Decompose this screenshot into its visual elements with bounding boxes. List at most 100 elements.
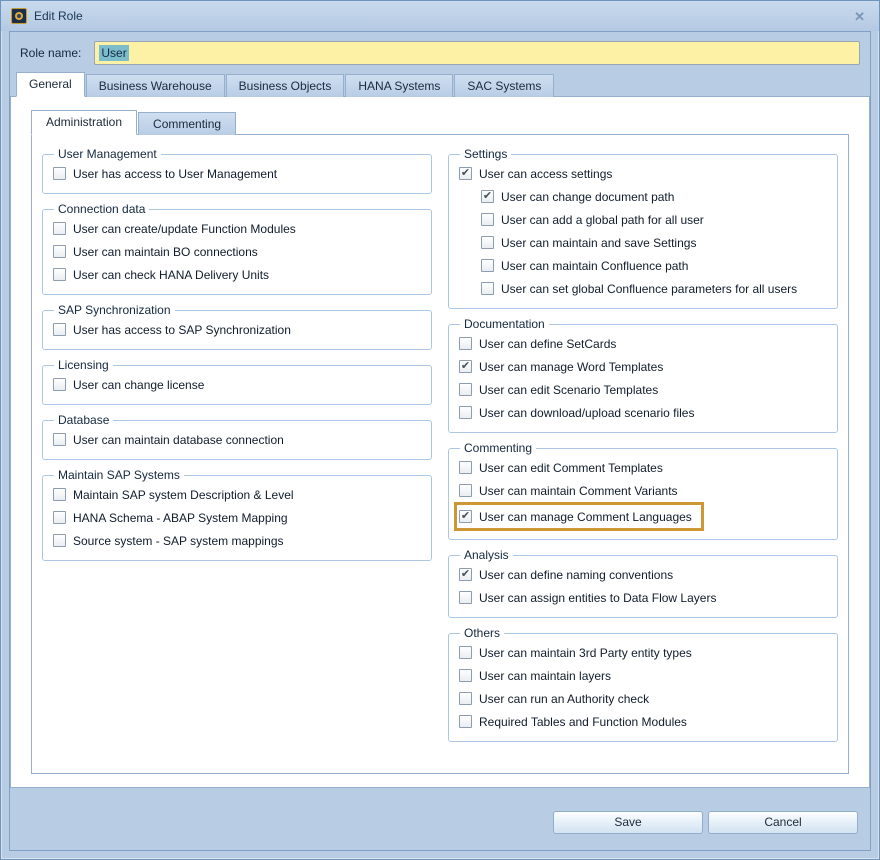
group-sap-synchronization: SAP Synchronization User has access to SA… xyxy=(42,303,432,350)
checkbox-unchecked-icon[interactable] xyxy=(459,715,472,728)
checkbox-label: User has access to SAP Synchronization xyxy=(73,323,291,337)
checkbox-unchecked-icon[interactable] xyxy=(53,245,66,258)
checkbox-label: User can add a global path for all user xyxy=(501,213,704,227)
checkbox-unchecked-icon[interactable] xyxy=(53,268,66,281)
checkbox-label: User can maintain and save Settings xyxy=(501,236,696,250)
checkbox-label: User can define SetCards xyxy=(479,337,616,351)
checkbox-row: User can define SetCards xyxy=(459,332,827,355)
checkbox-row: User can edit Scenario Templates xyxy=(459,378,827,401)
group-title: Settings xyxy=(460,147,511,161)
window-title: Edit Role xyxy=(34,9,83,23)
checkbox-unchecked-icon[interactable] xyxy=(53,222,66,235)
group-user-management: User ManagementUser has access to User M… xyxy=(42,147,432,194)
checkbox-label: User can run an Authority check xyxy=(479,692,649,706)
checkbox-unchecked-icon[interactable] xyxy=(481,213,494,226)
checkbox-row: User can manage Word Templates xyxy=(459,355,827,378)
tab-hana-systems[interactable]: HANA Systems xyxy=(345,74,453,97)
checkbox-unchecked-icon[interactable] xyxy=(53,167,66,180)
checkbox-row: HANA Schema - ABAP System Mapping xyxy=(53,506,421,529)
checkbox-unchecked-icon[interactable] xyxy=(459,461,472,474)
checkbox-label: User can maintain BO connections xyxy=(73,245,258,259)
checkbox-checked-icon[interactable] xyxy=(459,568,472,581)
checkbox-unchecked-icon[interactable] xyxy=(459,669,472,682)
checkbox-row: User can add a global path for all user xyxy=(481,208,827,231)
checkbox-row: User can edit Comment Templates xyxy=(459,456,827,479)
checkbox-label: User can maintain layers xyxy=(479,669,611,683)
group-others: Others User can maintain 3rd Party entity… xyxy=(448,626,838,742)
checkbox-unchecked-icon[interactable] xyxy=(53,534,66,547)
checkbox-unchecked-icon[interactable] xyxy=(53,323,66,336)
checkbox-unchecked-icon[interactable] xyxy=(481,236,494,249)
tab-sac-systems[interactable]: SAC Systems xyxy=(454,74,554,97)
tab-administration[interactable]: Administration xyxy=(31,110,137,135)
cancel-button[interactable]: Cancel xyxy=(708,811,858,834)
checkbox-row: User has access to SAP Synchronization xyxy=(53,318,421,341)
group-analysis: Analysis User can define naming conventio… xyxy=(448,548,838,618)
checkbox-unchecked-icon[interactable] xyxy=(481,259,494,272)
checkbox-label: User can create/update Function Modules xyxy=(73,222,296,236)
tab-business-objects[interactable]: Business Objects xyxy=(226,74,345,97)
checkbox-unchecked-icon[interactable] xyxy=(53,488,66,501)
checkbox-unchecked-icon[interactable] xyxy=(459,337,472,350)
checkbox-label: User can maintain database connection xyxy=(73,433,284,447)
group-title: User Management xyxy=(54,147,161,161)
group-title: Maintain SAP Systems xyxy=(54,468,184,482)
checkbox-row: User can download/upload scenario files xyxy=(459,401,827,424)
checkbox-unchecked-icon[interactable] xyxy=(459,406,472,419)
group-connection-data: Connection data User can create/update Fu… xyxy=(42,202,432,295)
close-icon[interactable]: ✕ xyxy=(850,10,869,23)
checkbox-checked-icon[interactable] xyxy=(459,360,472,373)
group-title: Database xyxy=(54,413,113,427)
left-column: User ManagementUser has access to User M… xyxy=(42,147,432,765)
general-tab-panel: AdministrationCommenting User Management… xyxy=(10,96,870,788)
checkbox-row: User can maintain 3rd Party entity types xyxy=(459,641,827,664)
group-title: Others xyxy=(460,626,504,640)
app-logo-icon xyxy=(11,8,27,24)
tab-business-warehouse[interactable]: Business Warehouse xyxy=(86,74,225,97)
checkbox-label: HANA Schema - ABAP System Mapping xyxy=(73,511,288,525)
main-tabstrip: GeneralBusiness WarehouseBusiness Object… xyxy=(10,72,870,96)
role-name-value: User xyxy=(99,45,128,61)
tab-general[interactable]: General xyxy=(16,72,85,97)
checkbox-unchecked-icon[interactable] xyxy=(459,383,472,396)
checkbox-row: User can change document path xyxy=(481,185,827,208)
group-title: Analysis xyxy=(460,548,513,562)
checkbox-label: User can maintain Comment Variants xyxy=(479,484,678,498)
checkbox-row: User can maintain database connection xyxy=(53,428,421,451)
group-title: SAP Synchronization xyxy=(54,303,175,317)
group-documentation: DocumentationUser can define SetCardsUse… xyxy=(448,317,838,433)
checkbox-label: User can maintain 3rd Party entity types xyxy=(479,646,692,660)
tab-commenting[interactable]: Commenting xyxy=(138,112,236,135)
checkbox-row: User can manage Comment Languages xyxy=(459,506,692,527)
checkbox-checked-icon[interactable] xyxy=(481,190,494,203)
role-name-input[interactable]: User xyxy=(94,41,860,65)
checkbox-checked-icon[interactable] xyxy=(459,510,472,523)
group-settings: SettingsUser can access settingsUser can… xyxy=(448,147,838,309)
checkbox-label: User can define naming conventions xyxy=(479,568,673,582)
sub-tabstrip: AdministrationCommenting xyxy=(31,110,869,134)
checkbox-row: User can maintain and save Settings xyxy=(481,231,827,254)
highlight-frame: User can manage Comment Languages xyxy=(454,502,704,531)
checkbox-row: User can maintain Confluence path xyxy=(481,254,827,277)
checkbox-row: Maintain SAP system Description & Level xyxy=(53,483,421,506)
checkbox-unchecked-icon[interactable] xyxy=(481,282,494,295)
group-title: Connection data xyxy=(54,202,149,216)
checkbox-label: User can download/upload scenario files xyxy=(479,406,694,420)
button-bar: Save Cancel xyxy=(10,788,870,850)
group-title: Commenting xyxy=(460,441,536,455)
checkbox-unchecked-icon[interactable] xyxy=(53,378,66,391)
checkbox-label: User can assign entities to Data Flow La… xyxy=(479,591,716,605)
checkbox-row: User can run an Authority check xyxy=(459,687,827,710)
checkbox-checked-icon[interactable] xyxy=(459,167,472,180)
checkbox-unchecked-icon[interactable] xyxy=(53,433,66,446)
role-name-label: Role name: xyxy=(20,46,81,60)
checkbox-unchecked-icon[interactable] xyxy=(459,484,472,497)
checkbox-unchecked-icon[interactable] xyxy=(459,692,472,705)
checkbox-row: User can access settings xyxy=(459,162,827,185)
checkbox-unchecked-icon[interactable] xyxy=(459,646,472,659)
checkbox-row: User can define naming conventions xyxy=(459,563,827,586)
checkbox-row: User can maintain BO connections xyxy=(53,240,421,263)
checkbox-unchecked-icon[interactable] xyxy=(53,511,66,524)
save-button[interactable]: Save xyxy=(553,811,703,834)
checkbox-unchecked-icon[interactable] xyxy=(459,591,472,604)
